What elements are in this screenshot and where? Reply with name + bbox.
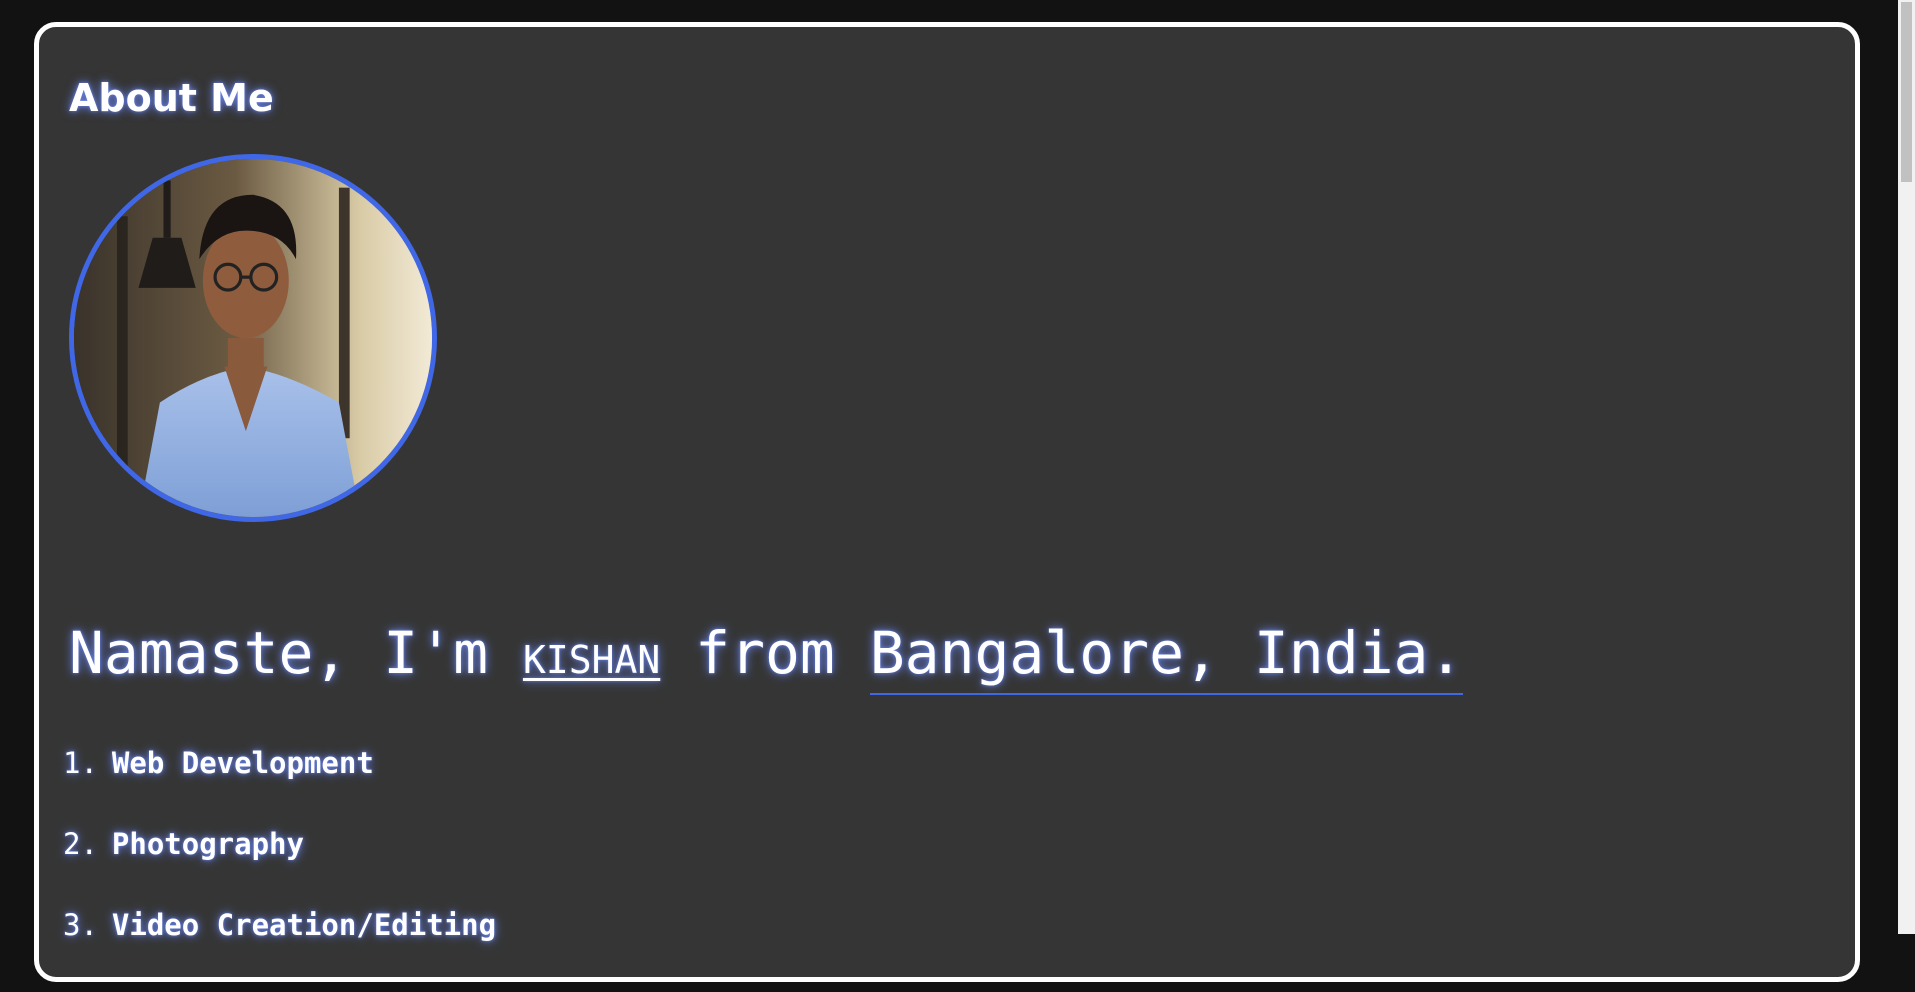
list-item: 2. Photography [63,830,496,911]
scrollbar-thumb[interactable] [1901,2,1912,182]
about-card: About Me Namaste, I'm KISHAN from Bangal… [34,22,1860,982]
list-item: 1. Web Development [63,749,496,830]
intro-heading: Namaste, I'm KISHAN from Bangalore, Indi… [69,619,1464,695]
list-item-number: 2. [63,827,98,861]
list-item-number: 1. [63,746,98,780]
skills-list: 1. Web Development 2. Photography 3. Video … [63,749,496,992]
intro-location: Bangalore, India. [869,619,1464,695]
intro-name: KISHAN [522,638,661,682]
vertical-scrollbar[interactable] [1898,0,1915,934]
list-item-label: Photography [111,827,304,861]
list-item-number: 3. [63,908,98,942]
list-item-label: Video Creation/Editing [111,908,497,942]
profile-photo-icon [74,159,432,517]
intro-connector: from [660,619,870,687]
section-title: About Me [69,76,274,120]
intro-greeting: Namaste, I'm [69,619,523,687]
list-item-label: Web Development [111,746,374,780]
avatar [69,154,437,522]
list-item: 3. Video Creation/Editing [63,911,496,992]
